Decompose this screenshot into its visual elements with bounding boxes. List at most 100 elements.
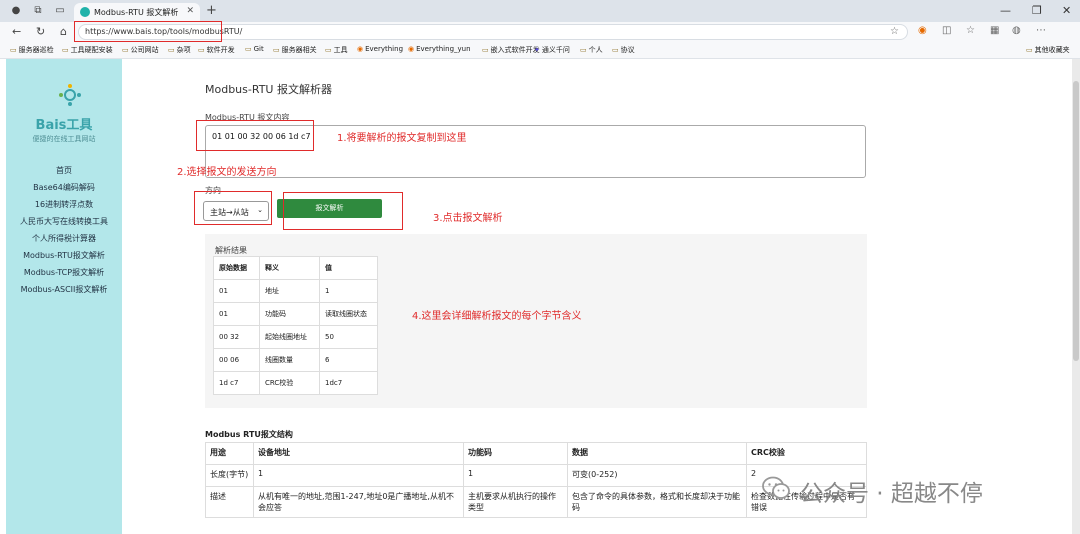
bookmark-item[interactable]: ▭ 协议 [612,45,635,55]
browser-tab-bar: ● ⧉ ▭ Modbus-RTU 报文解析 ✕ + — ❐ ✕ [0,0,1080,22]
annotation-step3: 3.点击报文解析 [433,213,503,224]
structure-title: Modbus RTU报文结构 [205,430,293,439]
sidebar-item-tax[interactable]: 个人所得税计算器 [6,233,122,244]
close-window-icon[interactable]: ✕ [1062,4,1071,17]
favorites-icon[interactable]: ☆ [966,25,975,36]
sidebar: Bais工具 便捷的在线工具网站 首页 Base64编码解码 16进制转浮点数 … [6,59,122,534]
bookmark-item[interactable]: ▭ 个人 [580,45,603,55]
sidebar-item-home[interactable]: 首页 [6,165,122,176]
annotation-step4: 4.这里会详细解析报文的每个字节含义 [412,311,582,322]
brand-name[interactable]: Bais工具 [6,114,122,133]
home-button[interactable]: ⌂ [60,25,67,38]
annotation-box-url [74,21,222,42]
bookmark-item[interactable]: ▭ 杂项 [168,45,191,55]
sidebar-item-hex-float[interactable]: 16进制转浮点数 [6,199,122,210]
bookmark-item[interactable]: ▭ 公司网站 [122,45,159,55]
structure-cell: 1 [463,464,568,487]
sidebar-item-modbus-rtu[interactable]: Modbus-RTU报文解析 [6,250,122,261]
folder-icon: ▭ [198,46,205,54]
annotation-box-input [196,120,314,151]
result-cell: 6 [319,348,378,372]
wechat-icon [762,476,790,499]
scrollbar-thumb[interactable] [1073,81,1079,361]
annotation-box-parse [283,192,403,230]
bookmark-item[interactable]: ▭ 工具硬配安装 [62,45,113,55]
result-cell: 1d c7 [213,371,260,395]
folder-icon: ▭ [168,46,175,54]
reload-button[interactable]: ↻ [36,25,45,38]
profile-icon[interactable]: ● [10,5,22,17]
favorite-star-icon[interactable]: ☆ [890,26,899,37]
structure-cell: 描述 [205,486,254,518]
other-bookmarks[interactable]: ▭ 其他收藏夹 [1026,45,1070,55]
qwen-icon: ✦ [534,46,540,54]
bookmark-item[interactable]: ▭ 服务器相关 [273,45,317,55]
result-cell: 起始线圈地址 [259,325,320,349]
close-tab-icon[interactable]: ✕ [186,6,194,16]
search-icon: ◉ [357,45,364,53]
sidebar-item-base64[interactable]: Base64编码解码 [6,182,122,193]
web-page: Bais工具 便捷的在线工具网站 首页 Base64编码解码 16进制转浮点数 … [0,59,1072,534]
result-cell: 01 [213,302,260,326]
extension-icon[interactable]: ◉ [918,25,927,36]
table-row: 01 功能码 读取线圈状态 [213,302,378,326]
folder-icon: ▭ [10,46,17,54]
search-icon: ◉ [408,45,415,53]
folder-icon: ▭ [612,46,619,54]
bookmark-item[interactable]: ▭ 服务器巡检 [10,45,54,55]
collections-icon[interactable]: ▦ [990,25,999,36]
folder-icon: ▭ [1026,46,1033,54]
result-cell: 1 [319,279,378,303]
annotation-step2: 2.选择报文的发送方向 [177,167,277,178]
result-header: 原始数据 [213,256,260,280]
bookmark-item[interactable]: ✦ 通义千问 [534,45,570,55]
result-cell: CRC校验 [259,371,320,395]
profile-avatar-icon[interactable]: ◍ [1012,25,1021,36]
sidebar-item-modbus-ascii[interactable]: Modbus-ASCII报文解析 [6,284,122,295]
more-menu-icon[interactable]: ⋯ [1036,25,1046,36]
result-cell: 00 06 [213,348,260,372]
result-cell: 读取线圈状态 [319,302,378,326]
structure-cell: 包含了命令的具体参数，格式和长度却决于功能码 [567,486,747,518]
structure-cell: 主机要求从机执行的操作类型 [463,486,568,518]
table-row: 00 06 线圈数量 6 [213,348,378,372]
result-header: 释义 [259,256,320,280]
result-cell: 50 [319,325,378,349]
tab-title: Modbus-RTU 报文解析 [94,8,179,17]
structure-header: 功能码 [463,442,568,465]
workspaces-icon[interactable]: ⧉ [32,5,44,17]
sidebar-item-modbus-tcp[interactable]: Modbus-TCP报文解析 [6,267,122,278]
folder-icon: ▭ [245,45,252,53]
minimize-icon[interactable]: — [1000,4,1011,17]
structure-header: 设备地址 [253,442,464,465]
structure-cell: 长度(字节) [205,464,254,487]
page-scrollbar[interactable] [1072,59,1080,534]
sidebar-item-rmb[interactable]: 人民币大写在线转换工具 [6,216,122,227]
annotation-box-direction [194,191,272,225]
site-favicon-icon [80,7,90,17]
active-tab[interactable]: Modbus-RTU 报文解析 ✕ [74,3,200,22]
new-tab-button[interactable]: + [206,3,217,18]
bookmark-item[interactable]: ▭ 嵌入式软件开发 [482,45,540,55]
bookmark-item[interactable]: ▭ 工具 [325,45,348,55]
bookmark-item[interactable]: ▭ 软件开发 [198,45,235,55]
folder-icon: ▭ [273,46,280,54]
result-cell: 01 [213,279,260,303]
bookmarks-bar: ▭ 服务器巡检 ▭ 工具硬配安装 ▭ 公司网站 ▭ 杂项 ▭ 软件开发 ▭ Git ▭ 服务器… [0,42,1080,59]
folder-icon: ▭ [580,46,587,54]
bookmark-item[interactable]: ◉ Everything_yun [408,45,471,53]
result-title: 解析结果 [215,246,247,255]
result-cell: 地址 [259,279,320,303]
bais-logo-icon [59,84,81,106]
split-screen-icon[interactable]: ◫ [942,25,951,36]
folder-icon: ▭ [482,46,489,54]
structure-cell: 1 [253,464,464,487]
tab-actions-icon[interactable]: ▭ [54,5,66,17]
bookmark-item[interactable]: ◉ Everything [357,45,403,53]
watermark-text: 公众号 · 超越不停 [800,481,983,507]
back-button[interactable]: ← [12,25,21,38]
bookmark-item[interactable]: ▭ Git [245,45,264,53]
folder-icon: ▭ [62,46,69,54]
table-row: 1d c7 CRC校验 1dc7 [213,371,378,395]
maximize-icon[interactable]: ❐ [1032,4,1042,17]
